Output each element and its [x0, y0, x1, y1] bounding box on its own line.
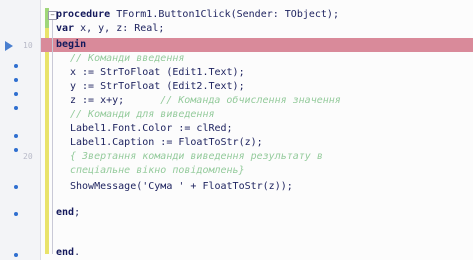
keyword: end — [56, 247, 75, 258]
code-text: Label1.Font.Color := clRed; — [70, 123, 233, 134]
code-line[interactable]: z := x+y; // Команда обчислення значення — [70, 94, 341, 108]
code-text: ; — [74, 207, 81, 218]
breakpoint-dot-icon[interactable] — [14, 212, 18, 216]
code-text: y := StrToFloat (Edit2.Text); — [70, 81, 245, 92]
comment: { Звертання команди виведення результату… — [70, 151, 323, 162]
code-editor[interactable]: 10 20 − procedure TForm1.Button1Click(Se… — [0, 0, 473, 260]
breakpoint-dot-icon[interactable] — [14, 134, 18, 138]
breakpoint-dot-icon[interactable] — [14, 106, 18, 110]
code-text: ShowMessage('Сума ' + FloatToStr(z)); — [70, 181, 293, 192]
breakpoint-dot-icon[interactable] — [14, 92, 18, 96]
code-line[interactable]: // Команди для виведення — [70, 108, 215, 122]
code-line[interactable]: спеціальне вікно повідомлень} — [70, 164, 245, 178]
code-line[interactable]: ShowMessage('Сума ' + FloatToStr(z)); — [70, 180, 293, 194]
breakpoint-dot-icon[interactable] — [14, 253, 18, 257]
code-line[interactable]: begin — [56, 38, 86, 52]
comment: // Команди введення — [70, 53, 185, 64]
line-number: 20 — [23, 152, 33, 161]
code-line[interactable]: Label1.Caption := FloatToStr(z); — [70, 136, 263, 150]
editor-gutter[interactable]: 10 20 — [0, 0, 41, 260]
breakpoint-dot-icon[interactable] — [14, 64, 18, 68]
code-line[interactable]: // Команди введення — [70, 52, 184, 66]
keyword: begin — [56, 39, 87, 50]
code-text: Label1.Caption := FloatToStr(z); — [70, 137, 263, 148]
code-line[interactable]: procedure TForm1.Button1Click(Sender: TO… — [56, 8, 339, 22]
code-line[interactable]: { Звертання команди виведення результату… — [70, 150, 323, 164]
breakpoint-dot-icon[interactable] — [14, 78, 18, 82]
keyword: procedure — [56, 9, 111, 20]
code-text: x := StrToFloat (Edit1.Text); — [70, 67, 245, 78]
execution-point-icon — [5, 41, 13, 51]
code-text: TForm1.Button1Click(Sender: TObject); — [110, 9, 339, 20]
code-line[interactable]: x := StrToFloat (Edit1.Text); — [70, 66, 245, 80]
breakpoint-dot-icon[interactable] — [14, 185, 18, 189]
keyword: var — [56, 23, 75, 34]
line-number: 10 — [23, 41, 33, 50]
code-line[interactable]: y := StrToFloat (Edit2.Text); — [70, 80, 245, 94]
code-text: z := x+y; — [70, 95, 125, 106]
code-text: . — [74, 247, 81, 258]
code-line[interactable]: end; — [56, 206, 80, 220]
keyword: end — [56, 207, 75, 218]
comment: // Команди для виведення — [70, 109, 215, 120]
highlighted-line — [41, 38, 473, 52]
breakpoint-dot-icon[interactable] — [14, 148, 18, 152]
code-line[interactable]: end. — [56, 246, 80, 260]
code-text: x, y, z: Real; — [74, 23, 165, 34]
comment: // Команда обчислення значення — [160, 95, 341, 106]
code-line[interactable]: Label1.Font.Color := clRed; — [70, 122, 233, 136]
fold-guide-line — [52, 20, 53, 254]
code-line[interactable]: var x, y, z: Real; — [56, 22, 164, 36]
comment: спеціальне вікно повідомлень} — [70, 165, 245, 176]
